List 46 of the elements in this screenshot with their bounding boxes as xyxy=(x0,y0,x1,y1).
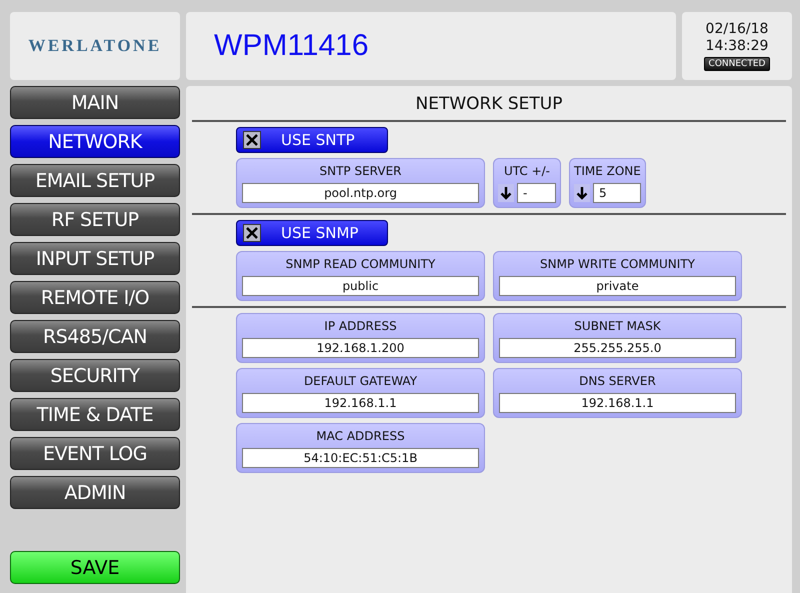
field-label: TIME ZONE xyxy=(574,163,641,180)
logo: WERLATONE xyxy=(28,36,162,56)
input-field[interactable]: private xyxy=(499,276,736,296)
input-field[interactable]: 192.168.1.1 xyxy=(242,393,479,413)
nav-button[interactable]: NETWORK xyxy=(10,125,180,158)
field-label: MAC ADDRESS xyxy=(316,428,405,445)
field-label: SNMP WRITE COMMUNITY xyxy=(540,256,695,273)
input-field[interactable]: pool.ntp.org xyxy=(242,183,479,203)
down-arrow-icon[interactable] xyxy=(574,184,590,202)
down-arrow-icon[interactable] xyxy=(498,184,514,202)
input-field[interactable]: 5 xyxy=(593,183,641,203)
checkbox[interactable] xyxy=(243,131,261,149)
nav-button[interactable]: INPUT SETUP xyxy=(10,242,180,275)
field-label: DNS SERVER xyxy=(579,373,656,390)
field-label: SNMP READ COMMUNITY xyxy=(286,256,436,273)
nav-button[interactable]: REMOTE I/O xyxy=(10,281,180,314)
nav-button[interactable]: RF SETUP xyxy=(10,203,180,236)
time-text: 14:38:29 xyxy=(706,38,768,55)
input-field[interactable]: 192.168.1.200 xyxy=(242,338,479,358)
input-field[interactable]: 192.168.1.1 xyxy=(499,393,736,413)
device-name: WPM11416 xyxy=(214,29,369,63)
toggle-label: USE SNMP xyxy=(281,224,358,242)
field-label: SUBNET MASK xyxy=(574,318,661,335)
nav-button[interactable]: EMAIL SETUP xyxy=(10,164,180,197)
nav-button[interactable]: TIME & DATE xyxy=(10,398,180,431)
nav-button[interactable]: RS485/CAN xyxy=(10,320,180,353)
input-field[interactable]: - xyxy=(517,183,556,203)
date-text: 02/16/18 xyxy=(706,21,768,38)
field-label: UTC +/- xyxy=(504,163,550,180)
nav-button[interactable]: ADMIN xyxy=(10,476,180,509)
field-label: SNTP SERVER xyxy=(320,163,402,180)
input-field[interactable]: 54:10:EC:51:C5:1B xyxy=(242,448,479,468)
toggle-button[interactable]: USE SNTP xyxy=(236,127,388,153)
input-field[interactable]: public xyxy=(242,276,479,296)
checkbox[interactable] xyxy=(243,224,261,242)
field-label: IP ADDRESS xyxy=(324,318,397,335)
toggle-button[interactable]: USE SNMP xyxy=(236,220,388,246)
field-label: DEFAULT GATEWAY xyxy=(304,373,418,390)
nav-button[interactable]: EVENT LOG xyxy=(10,437,180,470)
nav-button[interactable]: SECURITY xyxy=(10,359,180,392)
input-field[interactable]: 255.255.255.0 xyxy=(499,338,736,358)
nav-button[interactable]: MAIN xyxy=(10,86,180,119)
status-badge: CONNECTED xyxy=(704,57,770,71)
page-title: NETWORK SETUP xyxy=(414,93,564,116)
save-button[interactable]: SAVE xyxy=(10,551,180,584)
toggle-label: USE SNTP xyxy=(281,131,355,149)
